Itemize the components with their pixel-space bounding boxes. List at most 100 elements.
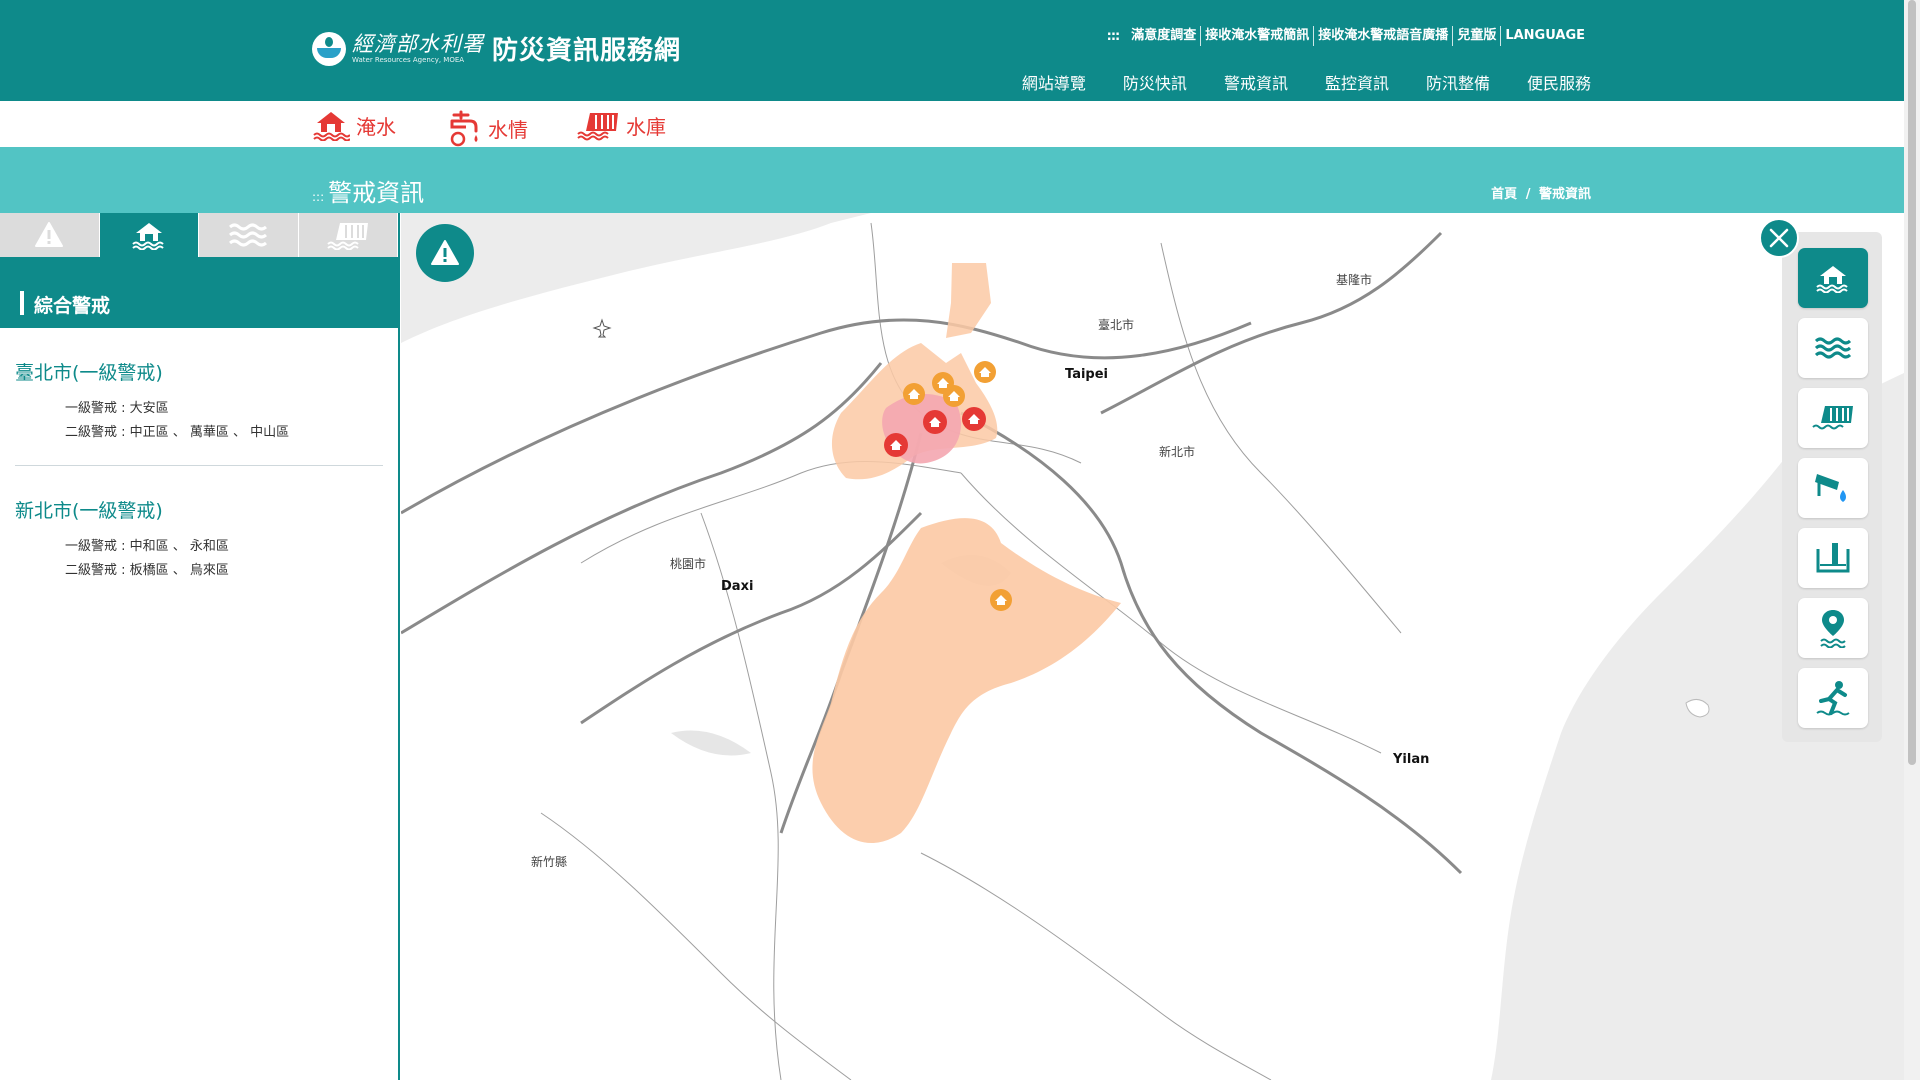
layer-water-gauge-button[interactable] <box>1798 528 1868 588</box>
nav-sitemap[interactable]: 網站導覽 <box>1022 70 1086 94</box>
site-logo[interactable]: 經濟部水利署 Water Resources Agency, MOEA 防災資訊… <box>312 30 681 67</box>
map-label-taoyuan: 桃園市 <box>670 557 707 571</box>
map-label-new-taipei: 新北市 <box>1159 445 1196 459</box>
utility-nav-marker: ::: <box>1106 28 1121 44</box>
water-waves-icon <box>229 223 268 247</box>
page-title: ::: 警戒資訊 <box>312 173 424 208</box>
reservoir-dam-icon <box>1812 406 1853 430</box>
subnav-flood[interactable]: 淹水 <box>312 109 396 141</box>
breadcrumb: 首頁 / 警戒資訊 <box>1491 183 1591 202</box>
reservoir-dam-icon <box>577 113 618 141</box>
breadcrumb-separator: / <box>1525 187 1531 202</box>
layer-water-level-button[interactable] <box>1798 318 1868 378</box>
flood-house-icon <box>132 223 164 250</box>
tab-water-level[interactable] <box>199 213 298 257</box>
water-gauge-icon <box>1816 543 1850 573</box>
region-title[interactable]: 新北市(一級警戒) <box>15 496 383 523</box>
flood-house-icon <box>1816 266 1848 293</box>
nav-alerts[interactable]: 警戒資訊 <box>1224 70 1288 94</box>
agency-name: 經濟部水利署 <box>352 31 484 56</box>
util-link-language[interactable]: LANGUAGE <box>1501 26 1589 46</box>
util-link-flood-sms[interactable]: 接收淹水警戒簡訊 <box>1201 26 1315 46</box>
map-label-yilan: Yilan <box>1393 752 1430 767</box>
flood-marker-red[interactable] <box>962 407 986 431</box>
map-label-taipei-city: 臺北市 <box>1098 318 1135 332</box>
agency-name-en: Water Resources Agency, MOEA <box>352 55 465 64</box>
water-agency-logo-icon <box>312 31 346 66</box>
map-label-daxi: Daxi <box>721 579 754 594</box>
layer-flood-button[interactable] <box>1798 248 1868 308</box>
section-title-bar <box>20 291 24 315</box>
agency-name-block: 經濟部水利署 Water Resources Agency, MOEA <box>352 31 484 64</box>
warning-icon <box>431 240 459 265</box>
map-label-hsinchu: 新竹縣 <box>531 855 568 869</box>
flood-marker-red[interactable] <box>884 433 908 457</box>
region-level2: 二級警戒 : 中正區 、 萬華區 、 中山區 <box>65 425 290 440</box>
map-layer-toolbar <box>1782 232 1882 742</box>
page-title-text: 警戒資訊 <box>328 179 425 207</box>
page-title-marker: ::: <box>312 190 325 204</box>
flood-marker-red[interactable] <box>923 410 947 434</box>
tab-warning[interactable] <box>0 213 99 257</box>
page: 經濟部水利署 Water Resources Agency, MOEA 防災資訊… <box>0 0 1920 1080</box>
nav-monitoring[interactable]: 監控資訊 <box>1325 70 1389 94</box>
panel-tabs <box>0 213 398 257</box>
layer-cctv-button[interactable] <box>1798 458 1868 518</box>
warning-icon <box>35 222 64 247</box>
breadcrumb-current: 警戒資訊 <box>1538 187 1591 202</box>
region-taipei: 臺北市(一級警戒) 一級警戒 : 大安區 二級警戒 : 中正區 、 萬華區 、 … <box>15 328 383 465</box>
breadcrumb-home[interactable]: 首頁 <box>1491 187 1517 202</box>
map-label-keelung: 基隆市 <box>1336 273 1373 287</box>
faucet-icon <box>450 110 478 147</box>
panel-section-header: 綜合警戒 <box>0 257 398 328</box>
map-canvas <box>401 213 1904 1080</box>
region-level1: 一級警戒 : 大安區 <box>65 401 169 416</box>
section-title: 綜合警戒 <box>34 295 111 317</box>
layer-evacuation-button[interactable] <box>1798 668 1868 728</box>
map-label-taipei: Taipei <box>1065 367 1108 382</box>
alert-map[interactable]: 基隆市 臺北市 Taipei 新北市 桃園市 Daxi Yilan 新竹縣 <box>401 213 1904 1080</box>
nav-services[interactable]: 便民服務 <box>1527 70 1591 94</box>
layer-location-button[interactable] <box>1798 598 1868 658</box>
close-icon <box>1769 228 1789 248</box>
water-waves-icon <box>1815 337 1851 359</box>
alert-type-nav: 淹水 水情 水庫 <box>0 101 1904 147</box>
region-level2: 二級警戒 : 板橋區 、 烏來區 <box>65 563 229 578</box>
subnav-water-label: 水情 <box>488 117 528 142</box>
main-nav: 網站導覽 防災快訊 警戒資訊 監控資訊 防汛整備 便民服務 <box>985 70 1591 94</box>
site-title: 防災資訊服務網 <box>492 36 682 66</box>
subnav-reservoir[interactable]: 水庫 <box>576 109 666 141</box>
layer-reservoir-button[interactable] <box>1798 388 1868 448</box>
util-link-flood-voice[interactable]: 接收淹水警戒語音廣播 <box>1314 26 1454 46</box>
utility-nav: ::: 滿意度調查 接收淹水警戒簡訊 接收淹水警戒語音廣播 兒童版 LANGUA… <box>1107 26 1589 46</box>
subnav-reservoir-label: 水庫 <box>626 114 666 139</box>
page-scrollbar[interactable] <box>1904 0 1920 1080</box>
flood-marker-orange[interactable] <box>974 361 996 383</box>
subnav-water[interactable]: 水情 <box>446 109 528 147</box>
cctv-camera-icon <box>1815 474 1846 502</box>
top-header: 經濟部水利署 Water Resources Agency, MOEA 防災資訊… <box>0 0 1904 101</box>
flood-marker-orange[interactable] <box>943 385 965 407</box>
map-warning-button[interactable] <box>416 224 474 282</box>
nav-news[interactable]: 防災快訊 <box>1123 70 1187 94</box>
subnav-flood-label: 淹水 <box>356 114 396 139</box>
close-map-panel-button[interactable] <box>1759 218 1799 258</box>
tab-flood[interactable] <box>99 213 198 257</box>
land-area <box>401 213 1904 1080</box>
region-new-taipei: 新北市(一級警戒) 一級警戒 : 中和區 、 永和區 二級警戒 : 板橋區 、 … <box>15 465 383 603</box>
flood-marker-orange[interactable] <box>903 383 925 405</box>
alert-list-panel: 綜合警戒 臺北市(一級警戒) 一級警戒 : 大安區 二級警戒 : 中正區 、 萬… <box>0 213 400 1080</box>
scrollbar-thumb[interactable] <box>1908 0 1916 765</box>
region-level1: 一級警戒 : 中和區 、 永和區 <box>65 539 229 554</box>
region-title[interactable]: 臺北市(一級警戒) <box>15 358 383 385</box>
util-link-kids[interactable]: 兒童版 <box>1453 26 1502 46</box>
turtle-island <box>1685 699 1710 718</box>
nav-preparedness[interactable]: 防汛整備 <box>1426 70 1490 94</box>
tab-reservoir[interactable] <box>298 213 397 257</box>
flood-house-icon <box>313 112 350 141</box>
page-title-band: ::: 警戒資訊 首頁 / 警戒資訊 <box>0 147 1904 213</box>
reservoir-dam-icon <box>327 223 368 250</box>
util-link-survey[interactable]: 滿意度調查 <box>1127 26 1202 46</box>
flood-marker-orange[interactable] <box>990 589 1012 611</box>
evacuation-person-icon <box>1816 681 1850 716</box>
